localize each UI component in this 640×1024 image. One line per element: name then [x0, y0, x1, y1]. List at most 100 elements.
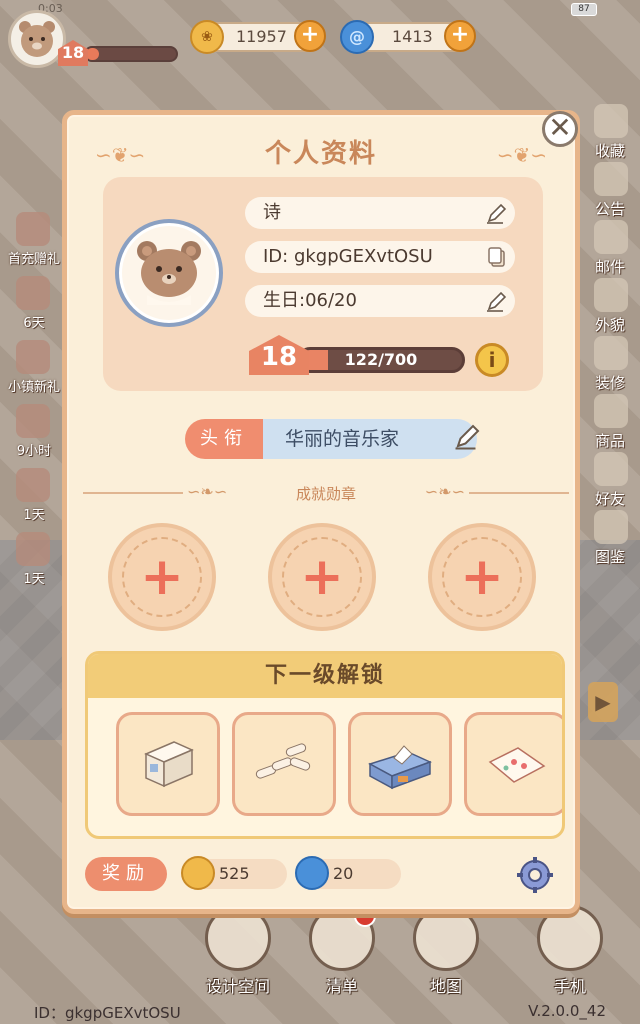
level-badge: 18	[249, 335, 309, 375]
event-timer[interactable]: 9小时	[2, 402, 62, 466]
profile-modal: ∽❦∽ 个人资料 ∽❦∽ 诗 ID: gkgpGEXvtOSU 生日:06/20…	[62, 110, 580, 914]
goods-icon	[594, 394, 628, 428]
nav-design-space[interactable]: 设计空间	[198, 905, 278, 996]
add-medal-icon: +	[460, 547, 504, 607]
gear-icon[interactable]	[515, 855, 555, 895]
event-town-gift[interactable]: 小镇新礼	[2, 338, 62, 402]
footer-version: V.2.0.0_42	[528, 1002, 606, 1020]
xp-bar: 122/700	[297, 347, 465, 373]
edit-pencil-icon[interactable]	[453, 421, 483, 451]
appearance-icon	[594, 278, 628, 312]
profile-card: 诗 ID: gkgpGEXvtOSU 生日:06/20 122/700 18 i	[103, 177, 543, 391]
player-avatar[interactable]	[8, 10, 66, 68]
announcement-icon	[594, 162, 628, 196]
hammer-icon	[594, 336, 628, 370]
reward-row: 奖励 525 20	[85, 855, 565, 895]
unlock-title: 下一级解锁	[88, 654, 562, 698]
cabinet-icon	[144, 741, 194, 788]
add-medal-icon: +	[140, 547, 184, 607]
nav-label: 手机	[553, 977, 586, 996]
event-label: 1天	[23, 572, 45, 587]
event-label: 首充赠礼	[7, 252, 60, 267]
letter-icon	[16, 468, 50, 502]
event-label: 1天	[23, 508, 45, 523]
bear-icon	[137, 241, 201, 305]
menu-goods[interactable]: 商品	[580, 390, 640, 450]
menu-decorate[interactable]: 装修	[580, 332, 640, 392]
event-first-recharge[interactable]: 首充赠礼	[2, 210, 62, 274]
expand-arrow-icon[interactable]: ▶	[588, 682, 618, 722]
footer-player-id: ID：gkgpGEXvtOSU	[34, 1004, 181, 1022]
menu-mail[interactable]: 邮件	[580, 216, 640, 276]
player-birthday: 生日:06/20	[263, 290, 357, 311]
add-gem-button[interactable]: +	[444, 20, 476, 52]
gift-icon	[16, 212, 50, 246]
player-id: ID: gkgpGEXvtOSU	[263, 246, 433, 267]
bandage-icon	[255, 743, 311, 779]
gem-counter: @ 1413 +	[340, 20, 476, 54]
map-pin-icon	[413, 905, 479, 971]
event-bouquet[interactable]: 1天	[2, 530, 62, 594]
unlock-item-bandage[interactable]	[232, 712, 336, 816]
medal-slot-2[interactable]: +	[268, 523, 376, 631]
edit-pencil-icon[interactable]	[485, 289, 509, 313]
event-label: 小镇新礼	[7, 380, 60, 395]
nav-label: 地图	[429, 977, 462, 996]
title-tag: 头衔	[185, 419, 263, 459]
ruler-icon	[205, 905, 271, 971]
menu-announcement[interactable]: 公告	[580, 158, 640, 218]
title-row[interactable]: 头衔 华丽的音乐家	[185, 419, 485, 459]
reward-gem-value: 20	[333, 864, 354, 883]
coin-value: 11957	[236, 27, 287, 46]
close-button[interactable]: ✕	[542, 111, 578, 147]
medal-slot-1[interactable]: +	[108, 523, 216, 631]
medal-slot-3[interactable]: +	[428, 523, 536, 631]
battery-icon: 87	[571, 3, 597, 16]
nav-label: 设计空间	[205, 977, 270, 996]
event-label: 6天	[23, 316, 45, 331]
reward-gem: 20	[295, 856, 401, 890]
bottom-nav: 设计空间 清单 地图 手机	[190, 905, 640, 1005]
reward-tag: 奖励	[85, 857, 167, 891]
achievement-divider: ∽❧∽ 成就勋章 ∽❧∽	[83, 482, 569, 503]
ornament-right-icon: ∽❦∽	[496, 143, 547, 167]
unlock-item-tissue-box[interactable]	[348, 712, 452, 816]
gem-value: 1413	[392, 27, 433, 46]
next-level-unlock-panel: 下一级解锁	[85, 651, 565, 839]
gem-icon	[295, 856, 329, 890]
handbook-icon	[594, 510, 628, 544]
player-name: 诗	[263, 202, 281, 223]
nav-map[interactable]: 地图	[406, 905, 486, 996]
unlock-item-cabinet[interactable]	[116, 712, 220, 816]
nav-checklist[interactable]: 清单	[302, 905, 382, 996]
menu-friends[interactable]: 好友	[580, 448, 640, 508]
coin-icon: ❀	[190, 20, 224, 54]
menu-appearance[interactable]: 外貌	[580, 274, 640, 334]
tissue-box-icon	[368, 745, 432, 790]
nav-phone[interactable]: 手机	[530, 905, 610, 996]
event-letter[interactable]: 1天	[2, 466, 62, 530]
picture-icon	[488, 747, 546, 783]
add-coin-button[interactable]: +	[294, 20, 326, 52]
bouquet-icon	[16, 532, 50, 566]
profile-avatar[interactable]	[115, 219, 223, 327]
info-button[interactable]: i	[475, 343, 509, 377]
collection-icon	[594, 104, 628, 138]
copy-icon[interactable]	[485, 245, 509, 269]
name-field: 诗	[245, 197, 515, 229]
coin-counter: ❀ 11957 +	[190, 20, 326, 54]
event-ship[interactable]: 6天	[2, 274, 62, 338]
friends-icon	[594, 452, 628, 486]
reward-coin-value: 525	[219, 864, 250, 883]
menu-handbook[interactable]: 图鉴	[580, 506, 640, 566]
edit-pencil-icon[interactable]	[485, 201, 509, 225]
divider-line	[469, 492, 569, 494]
player-xp-bar	[84, 46, 178, 62]
level-row: 122/700 18 i	[245, 335, 515, 377]
menu-collection[interactable]: 收藏	[580, 100, 640, 160]
ship-icon	[16, 276, 50, 310]
event-label: 9小时	[16, 444, 52, 459]
unlock-item-picture[interactable]	[464, 712, 562, 816]
title-value: 华丽的音乐家	[263, 419, 477, 459]
swirl-icon: ∽❧∽	[424, 482, 465, 501]
